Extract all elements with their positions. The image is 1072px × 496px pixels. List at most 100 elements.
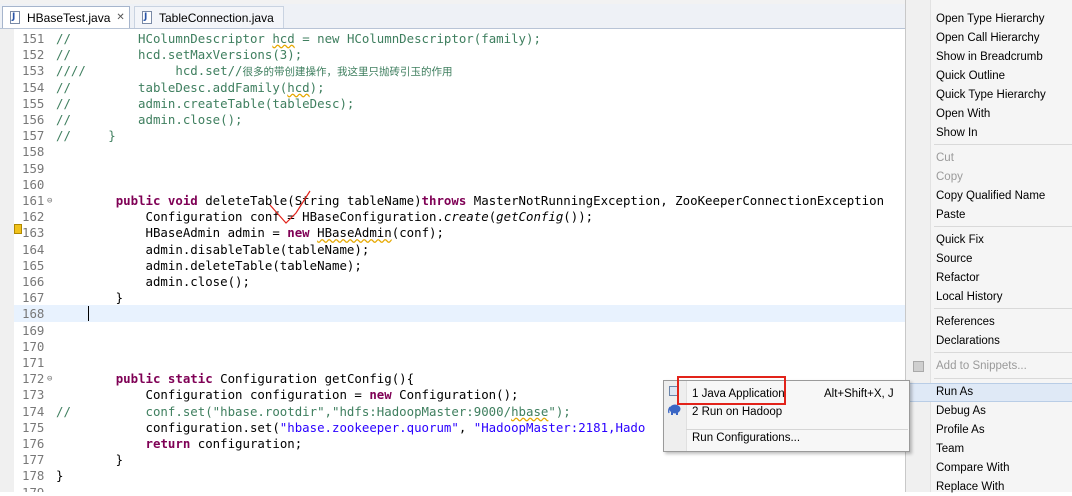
- code-text: // admin.close();: [56, 112, 243, 127]
- code-line[interactable]: 167 }: [0, 290, 905, 306]
- menu-item-add-to-snippets: Add to Snippets...: [936, 360, 1027, 372]
- code-text: // admin.createTable(tableDesc);: [56, 95, 355, 111]
- menu-item-open-call-hierarchy[interactable]: Open Call Hierarchy: [936, 30, 1040, 47]
- code-line[interactable]: 163 HBaseAdmin admin = new HBaseAdmin(co…: [0, 225, 905, 241]
- code-text: // HColumnDescriptor hcd = new HColumnDe…: [56, 31, 541, 46]
- code-line[interactable]: 177 }: [0, 452, 905, 468]
- editor-tab-bar: J HBaseTest.java ✕ J TableConnection.jav…: [0, 4, 905, 29]
- fold-toggle-icon[interactable]: ⊖: [47, 371, 52, 387]
- line-number: 151: [22, 31, 45, 46]
- line-number: 158: [22, 144, 45, 160]
- line-number: 164: [22, 241, 45, 257]
- java-file-icon: J: [141, 10, 155, 25]
- line-number: 157: [22, 128, 45, 144]
- line-number: 160: [22, 176, 45, 192]
- line-number: 173: [22, 387, 45, 403]
- menu-item-source[interactable]: Source: [936, 251, 972, 268]
- menu-item-quick-fix[interactable]: Quick Fix: [936, 232, 984, 249]
- menu-separator: [934, 226, 1072, 227]
- code-line[interactable]: 171: [0, 355, 905, 371]
- code-line[interactable]: 178}: [0, 468, 905, 484]
- line-number: 166: [22, 274, 45, 289]
- code-line[interactable]: 160: [0, 177, 905, 193]
- line-number: 154: [22, 79, 45, 95]
- line-number: 155: [22, 95, 45, 111]
- code-text: // }: [56, 128, 116, 144]
- line-number: 169: [22, 322, 45, 338]
- code-line[interactable]: 158: [0, 144, 905, 160]
- code-text: HBaseAdmin admin = new HBaseAdmin(conf);: [56, 225, 444, 241]
- menu-item-run-as[interactable]: Run As: [936, 384, 973, 401]
- menu-item-copy-qualified-name[interactable]: Copy Qualified Name: [936, 188, 1045, 205]
- code-line[interactable]: 157 // }: [0, 128, 905, 144]
- code-line[interactable]: 159: [0, 161, 905, 177]
- java-file-icon: J: [9, 10, 23, 25]
- line-number: 177: [22, 452, 45, 468]
- code-text: }: [56, 290, 124, 306]
- code-line[interactable]: 169: [0, 323, 905, 339]
- warning-icon[interactable]: [14, 224, 22, 234]
- code-line[interactable]: 161 ⊖ public void deleteTable(String tabl…: [0, 193, 905, 209]
- code-line[interactable]: 156 // admin.close();: [0, 112, 905, 128]
- menu-item-quick-outline[interactable]: Quick Outline: [936, 68, 1005, 85]
- line-number: 167: [22, 290, 45, 306]
- run-as-highlight: [907, 383, 1072, 402]
- menu-item-cut: Cut: [936, 152, 954, 164]
- submenu-item-run-configurations[interactable]: Run Configurations...: [692, 429, 800, 447]
- tab-tableconnection[interactable]: J TableConnection.java: [134, 6, 284, 28]
- fold-toggle-icon[interactable]: ⊖: [47, 193, 52, 209]
- menu-item-references[interactable]: References: [936, 314, 995, 331]
- hand-drawn-red-mark: [269, 190, 311, 224]
- code-line[interactable]: 152 // hcd.setMaxVersions(3);: [0, 47, 905, 63]
- line-number: 152: [22, 47, 45, 63]
- code-line[interactable]: 155 // admin.createTable(tableDesc);: [0, 96, 905, 112]
- tab-label: HBaseTest.java: [27, 10, 111, 25]
- line-number: 153: [22, 63, 45, 79]
- context-menu: Open Type Hierarchy Open Call Hierarchy Sh…: [905, 0, 1072, 493]
- code-line[interactable]: 154 // tableDesc.addFamily(hcd);: [0, 80, 905, 96]
- code-line[interactable]: 170: [0, 339, 905, 355]
- code-line[interactable]: 164 admin.disableTable(tableName);: [0, 242, 905, 258]
- code-text: admin.disableTable(tableName);: [56, 241, 370, 257]
- menu-item-copy: Copy: [936, 171, 963, 183]
- code-text: configuration.set("hbase.zookeeper.quoru…: [56, 419, 646, 435]
- line-number: 168: [22, 306, 45, 322]
- code-line[interactable]: 151 // HColumnDescriptor hcd = new HColum…: [0, 31, 905, 47]
- code-line[interactable]: 166 admin.close();: [0, 274, 905, 290]
- tab-label: TableConnection.java: [159, 10, 274, 25]
- menu-item-open-with[interactable]: Open With: [936, 106, 990, 123]
- menu-item-refactor[interactable]: Refactor: [936, 270, 979, 287]
- menu-item-declarations[interactable]: Declarations: [936, 333, 1000, 350]
- menu-item-team[interactable]: Team: [936, 441, 964, 458]
- code-line[interactable]: 162 Configuration conf = HBaseConfigurat…: [0, 209, 905, 225]
- menu-separator: [934, 308, 1072, 309]
- code-text: public static Configuration getConfig(){: [115, 371, 415, 387]
- menu-item-compare-with[interactable]: Compare With: [936, 460, 1010, 477]
- menu-separator: [934, 352, 1072, 353]
- code-line[interactable]: 168: [0, 306, 905, 322]
- line-number: 179: [22, 485, 48, 492]
- line-number: 165: [22, 257, 45, 273]
- menu-item-show-in[interactable]: Show In: [936, 125, 978, 142]
- menu-item-debug-as[interactable]: Debug As: [936, 403, 986, 420]
- menu-item-show-in-breadcrumb[interactable]: Show in Breadcrumb: [936, 49, 1043, 66]
- submenu-item-run-on-hadoop[interactable]: 2 Run on Hadoop: [692, 403, 782, 421]
- menu-item-replace-with[interactable]: Replace With: [936, 479, 1004, 496]
- menu-item-paste[interactable]: Paste: [936, 207, 965, 224]
- code-text: // hcd.setMaxVersions(3);: [56, 47, 303, 63]
- line-number: 178: [22, 468, 45, 484]
- line-number: 163: [22, 225, 45, 241]
- menu-item-local-history[interactable]: Local History: [936, 289, 1002, 306]
- tab-hbasetest[interactable]: J HBaseTest.java ✕: [2, 6, 130, 28]
- code-text: // conf.set("hbase.rootdir","hdfs:Hadoop…: [56, 403, 571, 419]
- menu-item-open-type-hierarchy[interactable]: Open Type Hierarchy: [936, 11, 1044, 28]
- menu-item-profile-as[interactable]: Profile As: [936, 422, 985, 439]
- menu-item-quick-type-hierarchy[interactable]: Quick Type Hierarchy: [936, 87, 1046, 104]
- code-line[interactable]: 153 //// hcd.set//很多的带创建操作，我这里只抛砖引玉的作用: [0, 63, 905, 79]
- close-icon[interactable]: ✕: [116, 12, 124, 23]
- code-line[interactable]: 179: [0, 485, 905, 492]
- line-number: 174: [22, 403, 45, 419]
- shortcut-label: Alt+Shift+X, J: [824, 388, 894, 400]
- code-text: admin.close();: [56, 274, 250, 289]
- code-line[interactable]: 165 admin.deleteTable(tableName);: [0, 258, 905, 274]
